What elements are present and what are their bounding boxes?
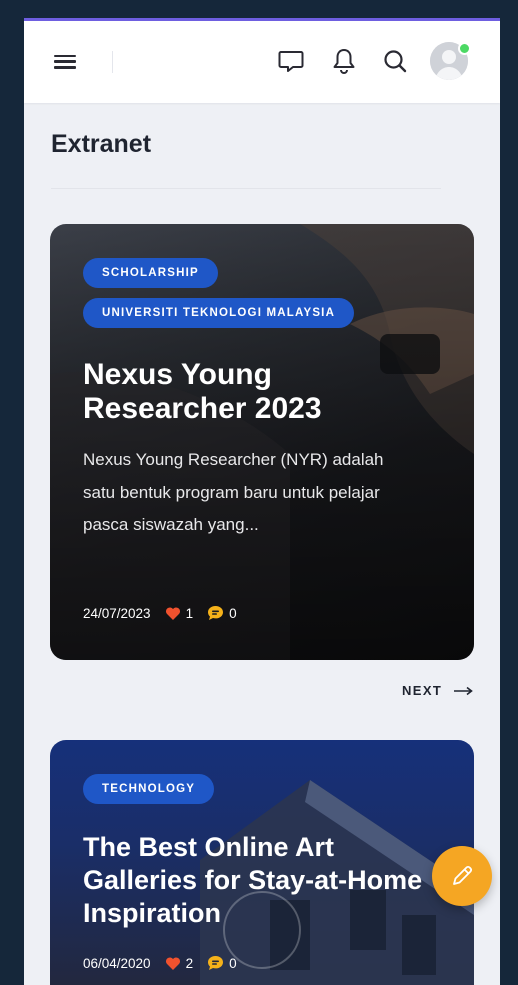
page-title: Extranet	[51, 130, 152, 158]
pencil-icon	[453, 865, 473, 885]
compose-fab[interactable]	[432, 846, 492, 906]
like-count: 2	[185, 955, 194, 971]
card-meta: 24/07/2023 1 0	[83, 605, 237, 621]
arrow-right-icon	[454, 686, 474, 695]
news-card[interactable]: TECHNOLOGY The Best Online Art Galleries…	[50, 740, 474, 985]
news-card[interactable]: SCHOLARSHIP UNIVERSITI TEKNOLOGI MALAYSI…	[50, 224, 474, 660]
comment-count: 0	[229, 955, 237, 971]
card-meta: 06/04/2020 2 0	[83, 955, 237, 971]
comment-count: 0	[229, 605, 237, 621]
card-title[interactable]: Nexus Young Researcher 2023	[83, 358, 443, 426]
category-badge[interactable]: SCHOLARSHIP	[83, 258, 218, 288]
app-screen: Extranet SCHOLARSHIP UNIVERSITI TEKNOLOG…	[24, 0, 500, 985]
category-badge[interactable]: TECHNOLOGY	[83, 774, 215, 804]
card-excerpt: Nexus Young Researcher (NYR) adalah satu…	[83, 450, 384, 534]
heart-icon[interactable]	[165, 606, 181, 621]
chat-icon[interactable]	[276, 46, 306, 76]
next-label: NEXT	[402, 683, 443, 698]
next-button[interactable]: NEXT	[402, 683, 474, 698]
post-date: 24/07/2023	[83, 605, 151, 621]
like-count: 1	[185, 605, 194, 621]
category-badge[interactable]: UNIVERSITI TEKNOLOGI MALAYSIA	[83, 298, 355, 328]
online-status-dot	[458, 42, 471, 55]
device-frame-top	[24, 0, 500, 18]
hamburger-menu-icon[interactable]	[54, 51, 76, 73]
header-divider	[112, 51, 113, 73]
heart-icon[interactable]	[165, 956, 181, 971]
post-date: 06/04/2020	[83, 955, 151, 971]
comment-icon[interactable]	[207, 955, 224, 971]
title-divider	[51, 188, 441, 189]
top-app-bar	[24, 21, 500, 103]
search-icon[interactable]	[380, 46, 410, 76]
bell-icon[interactable]	[329, 46, 359, 76]
card-background-photo	[50, 224, 474, 660]
comment-icon[interactable]	[207, 605, 224, 621]
card-title[interactable]: The Best Online Art Galleries for Stay-a…	[83, 831, 443, 930]
